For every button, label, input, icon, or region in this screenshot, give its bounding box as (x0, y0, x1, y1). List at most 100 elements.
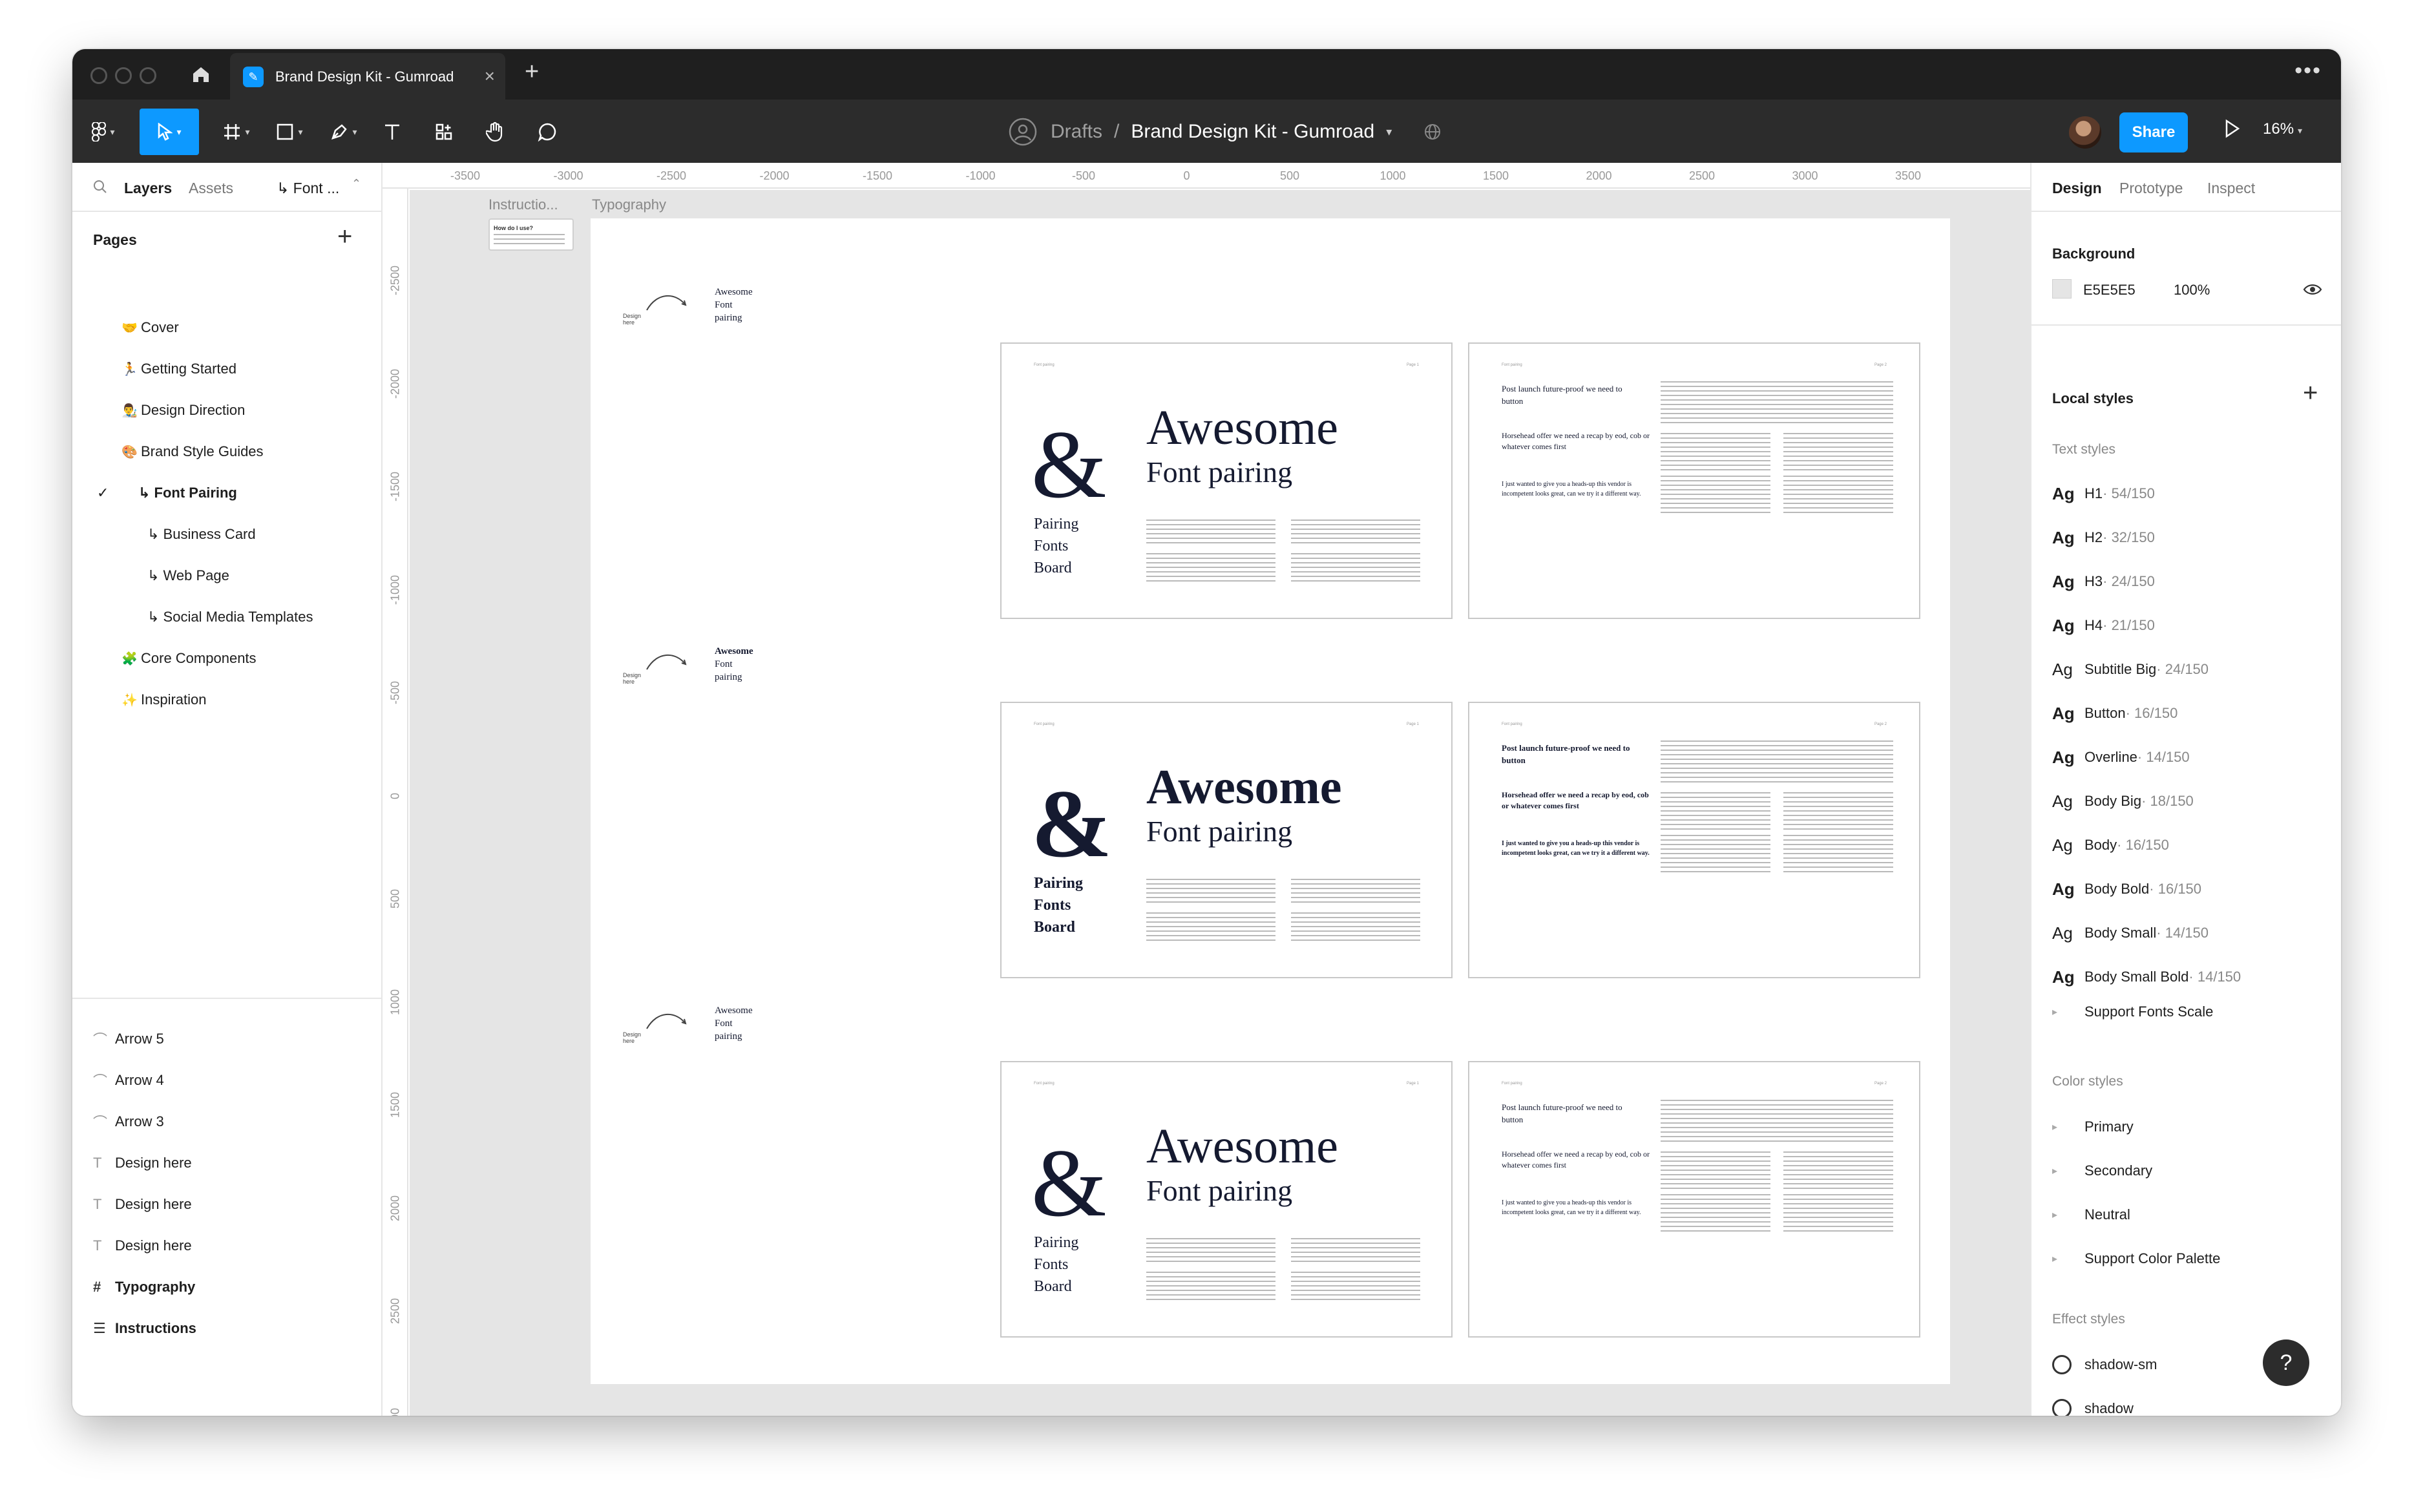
text-style-item[interactable]: Ag Body Big · 18/150 (2052, 783, 2194, 819)
tab-prototype[interactable]: Prototype (2119, 180, 2183, 197)
text-style-item[interactable]: Ag H1 · 54/150 (2052, 476, 2155, 512)
page-item-getting-started[interactable]: 🏃 Getting Started (72, 350, 381, 388)
tab-assets[interactable]: Assets (189, 180, 233, 197)
vertical-ruler: -2500 -2000 -1500 -1000 -500 0 500 1000 1500 2000… (383, 189, 408, 1416)
text-style-item[interactable]: Ag Body Small Bold · 14/150 (2052, 959, 2241, 995)
layer-design-here-3[interactable]: T Design here (72, 1226, 381, 1265)
new-tab-button[interactable]: + (525, 58, 539, 86)
layer-design-here-1[interactable]: T Design here (72, 1144, 381, 1182)
active-file-tab[interactable]: ✎ Brand Design Kit - Gumroad × (230, 53, 505, 101)
page-selector[interactable]: ↳ Font ... (277, 180, 339, 197)
tab-inspect[interactable]: Inspect (2207, 180, 2255, 197)
page-item-social-media-templates[interactable]: ↳ Social Media Templates (72, 598, 381, 636)
page-item-brand-style-guides[interactable]: 🎨 Brand Style Guides (72, 433, 381, 470)
tab-design[interactable]: Design (2052, 180, 2102, 197)
layer-arrow-3[interactable]: ⌒ Arrow 3 (72, 1102, 381, 1141)
breadcrumb-drafts[interactable]: Drafts (1051, 121, 1102, 143)
chevron-right-icon: ▸ (2052, 1210, 2058, 1221)
font-pairing-card-page-2[interactable]: Font pairing Page 2 Post launch future-pro… (1468, 342, 1920, 619)
team-avatar-icon[interactable] (1008, 117, 1038, 147)
text-style-item[interactable]: Ag H3 · 24/150 (2052, 563, 2155, 600)
layer-arrow-4[interactable]: ⌒ Arrow 4 (72, 1061, 381, 1100)
support-fonts-scale[interactable]: ▸ Support Fonts Scale (2052, 992, 2213, 1031)
ampersand-glyph: & (1031, 1129, 1107, 1237)
text-style-item[interactable]: Ag Body Small · 14/150 (2052, 915, 2209, 951)
file-name[interactable]: Brand Design Kit - Gumroad (1131, 121, 1374, 143)
page-item-cover[interactable]: 🤝 Cover (72, 309, 381, 346)
add-style-icon[interactable]: + (2303, 379, 2318, 408)
background-opacity-input[interactable]: 100% (2174, 282, 2210, 299)
page-item-web-page[interactable]: ↳ Web Page (72, 557, 381, 594)
page-item-design-direction[interactable]: 👨‍🎨 Design Direction (72, 392, 381, 429)
add-page-icon[interactable]: + (337, 222, 352, 251)
instructions-frame[interactable]: How do I use? (488, 218, 574, 251)
background-hex-input[interactable]: E5E5E5 (2083, 282, 2136, 299)
layer-design-here-2[interactable]: T Design here (72, 1185, 381, 1224)
effect-style-item[interactable]: shadow-sm (2052, 1345, 2157, 1384)
help-button[interactable]: ? (2263, 1339, 2309, 1386)
minimize-window-control[interactable] (115, 67, 132, 84)
present-play-icon[interactable] (2224, 119, 2241, 138)
text-style-item[interactable]: Ag Overline · 14/150 (2052, 739, 2190, 775)
frame-label-instructions[interactable]: Instructio... (488, 196, 558, 213)
layer-arrow-5[interactable]: ⌒ Arrow 5 (72, 1020, 381, 1058)
layer-label: Arrow 4 (115, 1072, 164, 1088)
user-avatar[interactable] (2069, 116, 2101, 149)
ruler-tick-label: 2000 (1586, 169, 1612, 182)
color-style-group[interactable]: ▸ Neutral (2052, 1195, 2130, 1234)
shape-tool-button[interactable]: ▾ (266, 109, 313, 155)
font-pairing-card-page-1[interactable]: Font pairing Page 1 & Pairing Fonts Board Awes… (1000, 702, 1453, 978)
layer-instructions[interactable]: ☰ Instructions (72, 1309, 381, 1348)
text-tool-button[interactable] (376, 109, 408, 155)
color-style-group[interactable]: ▸ Secondary (2052, 1151, 2152, 1190)
text-style-item[interactable]: Ag Body · 16/150 (2052, 827, 2169, 863)
text-style-item[interactable]: Ag Subtitle Big · 24/150 (2052, 651, 2209, 688)
text-style-item[interactable]: Ag H2 · 32/150 (2052, 520, 2155, 556)
share-button[interactable]: Share (2119, 112, 2188, 152)
color-style-group[interactable]: ▸ Support Color Palette (2052, 1239, 2220, 1278)
pairing-fonts-board: Pairing Fonts Board (1034, 1232, 1078, 1297)
page-item-inspiration[interactable]: ✨ Inspiration (72, 681, 381, 719)
text-style-item[interactable]: Ag Body Bold · 16/150 (2052, 871, 2201, 907)
close-window-control[interactable] (90, 67, 107, 84)
breadcrumb: Drafts / Brand Design Kit - Gumroad ▾ (1008, 116, 1442, 147)
zoom-level[interactable]: 16% ▾ (2263, 120, 2302, 138)
more-options-icon[interactable]: ••• (2294, 58, 2322, 83)
effect-style-item[interactable]: shadow (2052, 1389, 2134, 1416)
comment-tool-button[interactable] (531, 109, 563, 155)
font-pairing-card-page-1[interactable]: Font pairing Page 1 & Pairing Fonts Board Awes… (1000, 1061, 1453, 1338)
file-menu-chevron-icon[interactable]: ▾ (1386, 125, 1392, 139)
text-style-item[interactable]: Ag Button · 16/150 (2052, 695, 2178, 731)
figma-file-icon: ✎ (243, 67, 264, 87)
pen-tool-button[interactable]: ▾ (320, 109, 367, 155)
frame-label-typography[interactable]: Typography (592, 196, 666, 213)
background-swatch[interactable] (2052, 279, 2072, 299)
globe-icon[interactable] (1423, 122, 1442, 142)
page-selector-chevron-icon[interactable]: ⌃ (352, 177, 361, 191)
text-style-preview-icon: Ag (2052, 659, 2073, 679)
page-item-business-card[interactable]: ↳ Business Card (72, 516, 381, 553)
move-tool-button[interactable]: ▾ (140, 109, 199, 155)
text-style-name: Body Small (2084, 925, 2157, 941)
tab-layers[interactable]: Layers (124, 180, 172, 197)
pfb-line: Pairing (1034, 875, 1083, 892)
search-icon[interactable] (93, 180, 107, 194)
page-item-font-pairing[interactable]: ✓ ↳ Font Pairing (72, 474, 381, 512)
text-style-item[interactable]: Ag H4 · 21/150 (2052, 607, 2155, 644)
resources-tool-button[interactable] (428, 109, 460, 155)
font-pairing-card-page-2[interactable]: Font pairing Page 2 Post launch future-pro… (1468, 1061, 1920, 1338)
main-menu-button[interactable]: ▾ (84, 109, 123, 155)
layer-typography[interactable]: # Typography (72, 1268, 381, 1307)
maximize-window-control[interactable] (140, 67, 156, 84)
text-style-name: Overline (2084, 749, 2137, 765)
home-icon[interactable] (186, 59, 216, 89)
frame-tool-button[interactable]: ▾ (213, 109, 260, 155)
color-style-group[interactable]: ▸ Primary (2052, 1108, 2134, 1146)
hand-tool-button[interactable] (479, 109, 512, 155)
page-label: Inspiration (141, 691, 207, 708)
font-pairing-card-page-1[interactable]: Font pairing Page 1 & Pairing Fonts Board Awes… (1000, 342, 1453, 619)
font-pairing-card-page-2[interactable]: Font pairing Page 2 Post launch future-pro… (1468, 702, 1920, 978)
eye-visibility-icon[interactable] (2303, 283, 2322, 296)
page-item-core-components[interactable]: 🧩 Core Components (72, 640, 381, 677)
tab-close-icon[interactable]: × (485, 66, 495, 87)
